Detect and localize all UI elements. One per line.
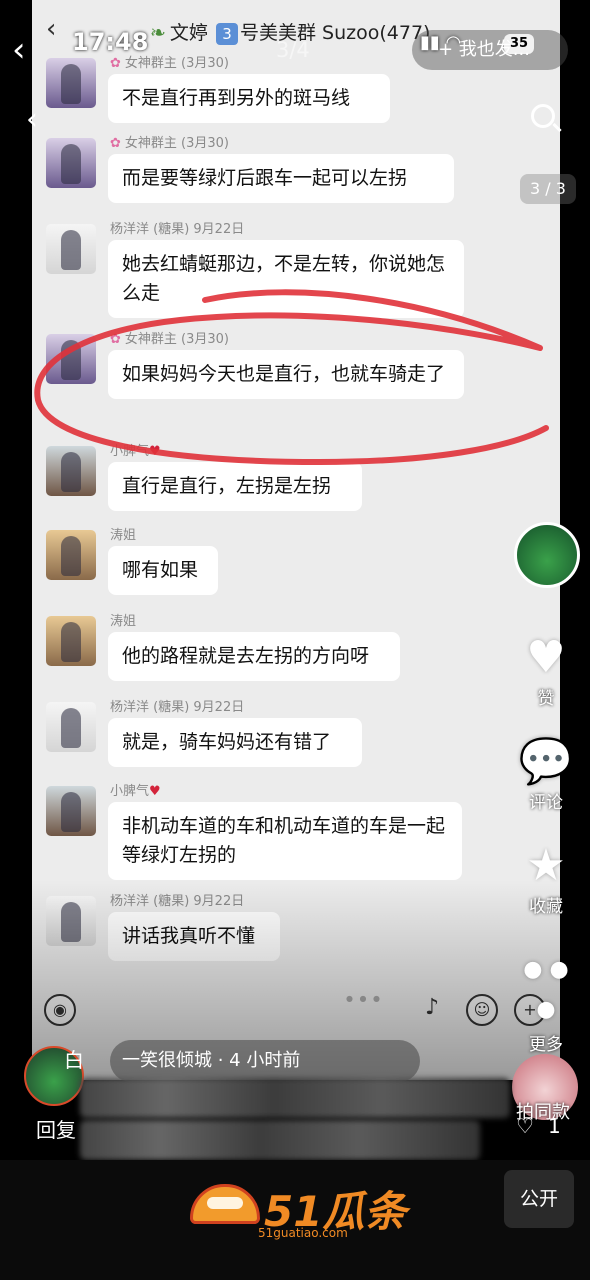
- battery-icon: 35: [504, 34, 534, 54]
- more-button[interactable]: ● ● ● 更多: [516, 950, 576, 1055]
- author-avatar[interactable]: [514, 522, 580, 588]
- partial-text: 白: [64, 1048, 84, 1072]
- blurred-content: [80, 1120, 480, 1160]
- page-indicator: 3/4: [276, 38, 310, 62]
- like-button[interactable]: ♥ 赞: [516, 632, 576, 709]
- signal-wifi-icon: ▮▮ ◠: [420, 32, 462, 53]
- star-icon: ★: [526, 840, 566, 891]
- favorite-button[interactable]: ★ 收藏: [516, 840, 576, 917]
- heart-icon: ♥: [526, 632, 566, 683]
- status-time: 17:48: [72, 28, 149, 56]
- comment-button[interactable]: 💬 评论: [516, 736, 576, 813]
- watermelon-logo-icon: [190, 1184, 260, 1224]
- site-logo: 51瓜条 51guatiao.com: [190, 1180, 406, 1244]
- back-icon[interactable]: ‹: [12, 30, 26, 70]
- blurred-content: [80, 1078, 510, 1118]
- viewer-back-icon[interactable]: ‹: [26, 102, 38, 137]
- comment-icon: 💬: [518, 736, 574, 787]
- image-counter: 3 / 3: [520, 174, 576, 204]
- like-count: ♡ 1: [516, 1114, 561, 1138]
- more-dots-icon: ● ● ●: [523, 957, 569, 1022]
- public-button[interactable]: 公开: [504, 1170, 574, 1228]
- comment-preview[interactable]: 一笑很倾城 · 4 小时前: [110, 1040, 420, 1082]
- reply-button[interactable]: 回复: [36, 1114, 76, 1143]
- heart-outline-icon: ♡: [516, 1114, 534, 1138]
